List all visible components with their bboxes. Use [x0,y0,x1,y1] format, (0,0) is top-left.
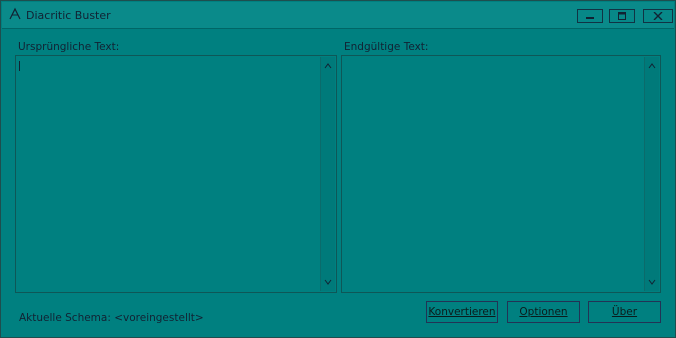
app-icon [9,7,21,20]
maximize-icon [618,12,626,20]
title-bar[interactable]: Diacritic Buster [2,2,674,29]
chevron-up-icon[interactable] [324,62,332,70]
minimize-icon [586,17,594,19]
options-button-label: Optionen [519,306,568,318]
options-button[interactable]: Optionen [507,301,580,323]
chevron-down-icon[interactable] [324,278,332,286]
chevron-up-icon[interactable] [648,62,656,70]
source-textarea[interactable] [15,55,337,293]
main-window: Diacritic Buster Ursprüngliche Text: End… [0,0,676,338]
chevron-down-icon[interactable] [648,278,656,286]
text-caret [19,61,20,71]
source-scrollbar[interactable] [320,57,335,291]
result-scrollbar[interactable] [644,57,659,291]
source-text-label: Ursprüngliche Text: [18,41,120,53]
result-text-label: Endgültige Text: [344,41,429,53]
close-icon [653,12,663,20]
close-button[interactable] [643,9,673,23]
result-textarea[interactable] [341,55,661,293]
about-button-label: Über [611,306,638,318]
minimize-button[interactable] [577,9,603,23]
convert-button-label: Konvertieren [428,306,496,318]
convert-button[interactable]: Konvertieren [426,301,498,323]
schema-status: Aktuelle Schema: <voreingestellt> [19,312,204,324]
window-title: Diacritic Buster [26,9,111,22]
about-button[interactable]: Über [588,301,661,323]
maximize-button[interactable] [609,9,635,23]
